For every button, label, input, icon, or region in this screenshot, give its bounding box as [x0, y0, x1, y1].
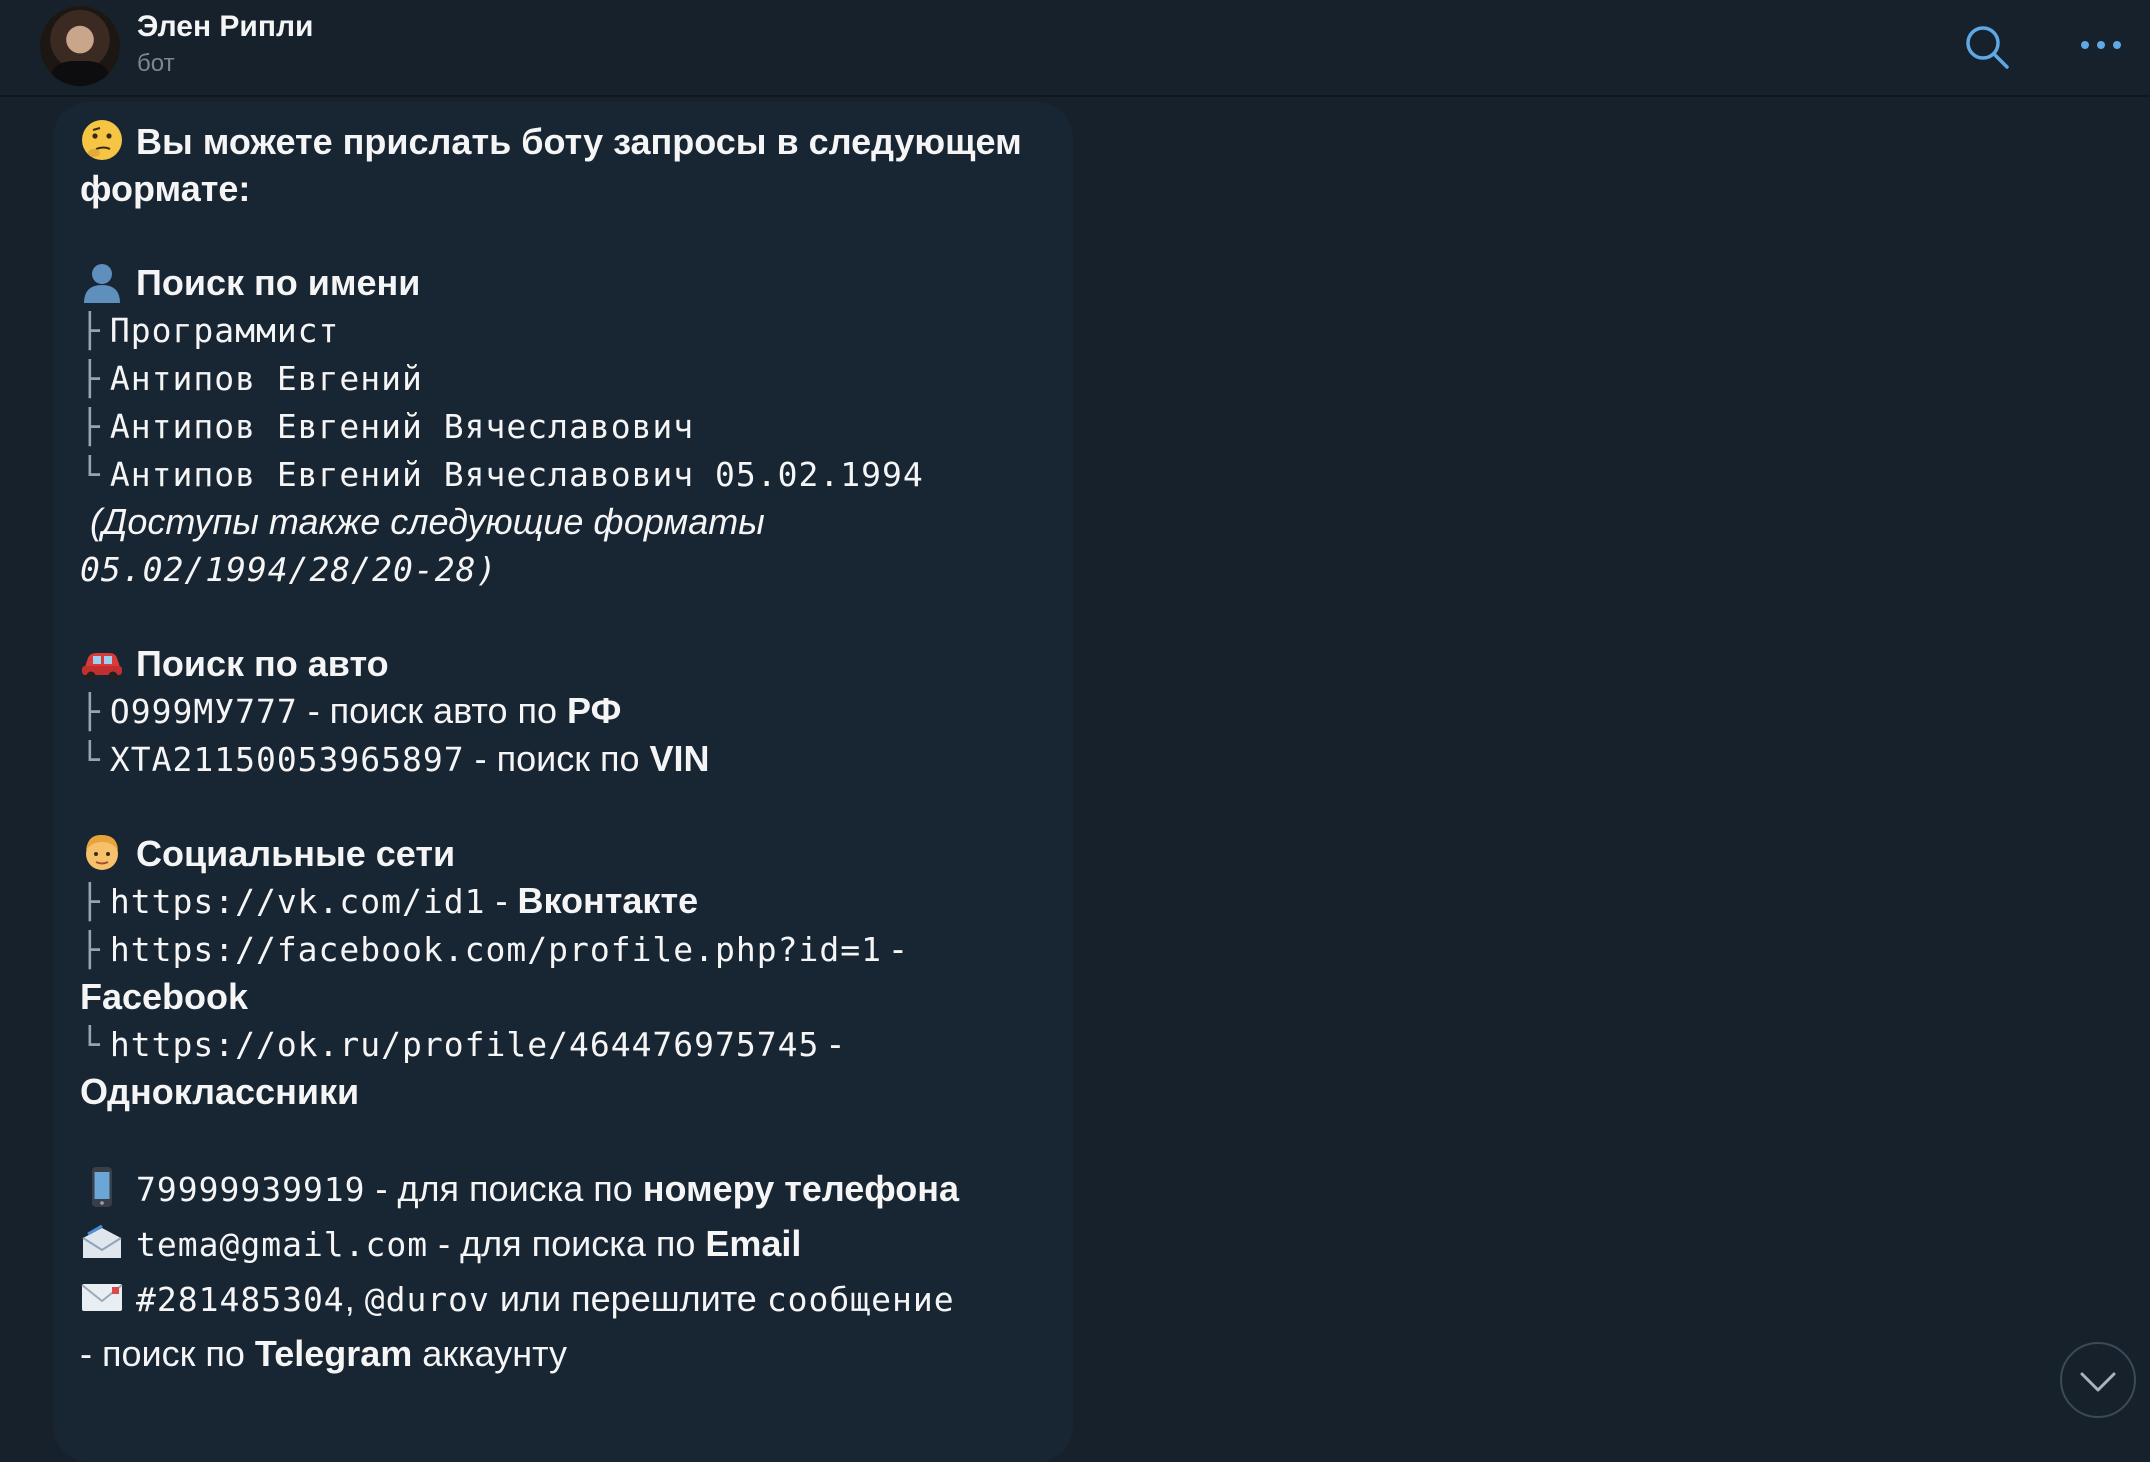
auto-search-heading: Поиск по авто	[80, 640, 1070, 687]
intro-line: Вы можете прислать боту запросы в следую…	[80, 118, 1070, 165]
social-heading: Социальные сети	[80, 830, 1070, 877]
name-search-heading: Поиск по имени	[80, 259, 1070, 306]
formats-note-2: 05.02/1994/28/20-28)	[80, 550, 498, 589]
thinking-face-icon	[82, 120, 122, 160]
ok-link[interactable]: https://ok.ru/profile/464476975745	[110, 1025, 820, 1064]
chat-subtitle: бот	[137, 50, 175, 77]
telegram-line-2: - поиск по Telegram аккаунту	[80, 1333, 568, 1374]
chat-title[interactable]: Элен Рипли	[137, 10, 313, 44]
car-icon	[82, 653, 122, 681]
name-example-3: ├ Антипов Евгений Вячеславович	[80, 407, 695, 446]
chevron-down-icon	[2080, 1372, 2116, 1392]
ok-label: Одноклассники	[80, 1071, 360, 1112]
man-face-icon	[86, 834, 118, 870]
incoming-envelope-icon	[82, 1224, 122, 1258]
name-example-2: ├ Антипов Евгений	[80, 359, 423, 398]
fb-label: Facebook	[80, 976, 249, 1017]
email-line: tema@gmail.com - для поиска по Email	[80, 1217, 1070, 1272]
person-silhouette-icon	[84, 264, 120, 303]
telegram-line: #281485304, @durov или перешлите сообщен…	[80, 1272, 1070, 1327]
fb-link-line: ├ https://facebook.com/profile.php?id=1 -	[80, 928, 904, 969]
name-example-4: └ Антипов Евгений Вячеславович 05.02.1994	[80, 455, 924, 494]
more-icon[interactable]	[2078, 30, 2124, 60]
vk-link-line: ├ https://vk.com/id1 - Вконтакте	[80, 880, 699, 921]
name-example-1: ├ Программист	[80, 311, 340, 350]
vin-example: └ XTA21150053965897 - поиск по VIN	[80, 738, 710, 779]
formats-note-1: (Доступы также следующие форматы	[90, 501, 765, 542]
intro-line-2: формате:	[80, 168, 251, 209]
avatar[interactable]	[40, 6, 120, 86]
envelope-icon	[81, 1284, 123, 1311]
scroll-down-button[interactable]	[2060, 1342, 2136, 1418]
plate-example: ├ О999МУ777 - поиск авто по РФ	[80, 690, 622, 731]
search-icon[interactable]	[1962, 22, 2012, 72]
ok-link-line: └ https://ok.ru/profile/464476975745 -	[80, 1023, 842, 1064]
chat-header: Элен Рипли бот	[0, 0, 2150, 97]
fb-link[interactable]: https://facebook.com/profile.php?id=1	[110, 930, 882, 969]
mobile-phone-icon	[92, 1167, 112, 1207]
phone-line: 79999939919 - для поиска по номеру телеф…	[80, 1162, 1070, 1217]
message-text: Вы можете прислать боту запросы в следую…	[80, 118, 1070, 1381]
vk-link[interactable]: https://vk.com/id1	[110, 882, 486, 921]
